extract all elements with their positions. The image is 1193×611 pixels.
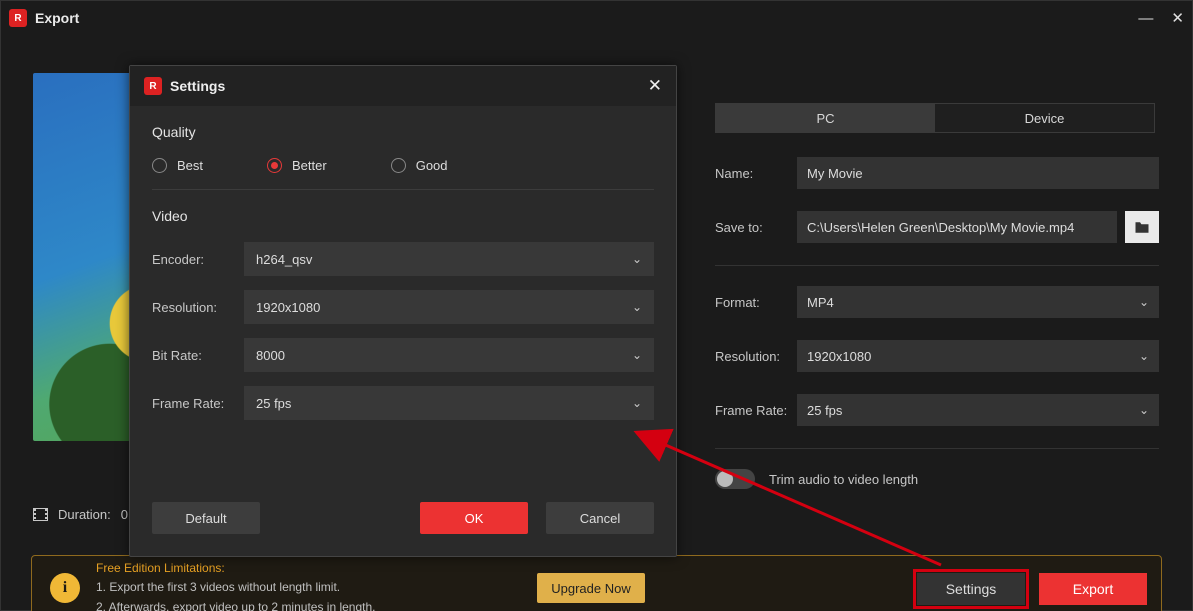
resolution-row: Resolution: 1920x1080 ⌄ xyxy=(715,340,1159,372)
dialog-body: Quality Best Better Good xyxy=(130,106,676,420)
separator xyxy=(715,448,1159,449)
duration-value: 0 xyxy=(121,507,128,522)
format-row: Format: MP4 ⌄ xyxy=(715,286,1159,318)
dialog-separator xyxy=(152,189,654,190)
ok-button[interactable]: OK xyxy=(420,502,528,534)
chevron-down-icon: ⌄ xyxy=(632,300,642,314)
resolution-select[interactable]: 1920x1080 ⌄ xyxy=(797,340,1159,372)
window-title: Export xyxy=(35,10,79,26)
info-icon: i xyxy=(50,573,80,603)
chevron-down-icon: ⌄ xyxy=(632,348,642,362)
chevron-down-icon: ⌄ xyxy=(632,252,642,266)
radio-better[interactable]: Better xyxy=(267,158,327,173)
chevron-down-icon: ⌄ xyxy=(1139,403,1149,417)
film-icon xyxy=(33,508,48,521)
dialog-framerate-value: 25 fps xyxy=(256,396,291,411)
dialog-resolution-select[interactable]: 1920x1080 ⌄ xyxy=(244,290,654,324)
bitrate-select[interactable]: 8000 ⌄ xyxy=(244,338,654,372)
bitrate-value: 8000 xyxy=(256,348,285,363)
radio-better-label: Better xyxy=(292,158,327,173)
format-select[interactable]: MP4 ⌄ xyxy=(797,286,1159,318)
separator xyxy=(715,265,1159,266)
browse-button[interactable] xyxy=(1125,211,1159,243)
dialog-resolution-row: Resolution: 1920x1080 ⌄ xyxy=(152,290,654,324)
quality-section-title: Quality xyxy=(152,124,654,140)
trim-toggle[interactable] xyxy=(715,469,755,489)
window-controls: — ✕ xyxy=(1138,9,1184,27)
saveto-label: Save to: xyxy=(715,220,797,235)
app-icon: R xyxy=(9,9,27,27)
dialog-framerate-select[interactable]: 25 fps ⌄ xyxy=(244,386,654,420)
duration-row: Duration: 0 xyxy=(33,507,128,522)
dialog-title-wrap: R Settings xyxy=(144,77,225,95)
video-section-title: Video xyxy=(152,208,654,224)
format-label: Format: xyxy=(715,295,797,310)
duration-label: Duration: xyxy=(58,507,111,522)
right-panel: PC Device Name: Save to: Format: MP4 ⌄ xyxy=(715,103,1159,489)
dialog-title: Settings xyxy=(170,78,225,94)
trim-row: Trim audio to video length xyxy=(715,469,1159,489)
framerate-select[interactable]: 25 fps ⌄ xyxy=(797,394,1159,426)
format-value: MP4 xyxy=(807,295,834,310)
dialog-header: R Settings ✕ xyxy=(130,66,676,106)
folder-icon xyxy=(1134,221,1150,234)
trim-label: Trim audio to video length xyxy=(769,472,918,487)
close-window-icon[interactable]: ✕ xyxy=(1171,9,1184,27)
upgrade-button[interactable]: Upgrade Now xyxy=(537,573,645,603)
dialog-framerate-label: Frame Rate: xyxy=(152,396,244,411)
radio-best-label: Best xyxy=(177,158,203,173)
app-icon: R xyxy=(144,77,162,95)
minimize-icon[interactable]: — xyxy=(1138,10,1153,27)
radio-best[interactable]: Best xyxy=(152,158,203,173)
default-button[interactable]: Default xyxy=(152,502,260,534)
dialog-framerate-row: Frame Rate: 25 fps ⌄ xyxy=(152,386,654,420)
name-label: Name: xyxy=(715,166,797,181)
cancel-button[interactable]: Cancel xyxy=(546,502,654,534)
encoder-label: Encoder: xyxy=(152,252,244,267)
saveto-row: Save to: xyxy=(715,211,1159,243)
resolution-label: Resolution: xyxy=(715,349,797,364)
encoder-value: h264_qsv xyxy=(256,252,312,267)
device-tab-bar: PC Device xyxy=(715,103,1155,133)
settings-button[interactable]: Settings xyxy=(917,573,1025,605)
chevron-down-icon: ⌄ xyxy=(1139,295,1149,309)
dialog-resolution-value: 1920x1080 xyxy=(256,300,320,315)
export-button[interactable]: Export xyxy=(1039,573,1147,605)
quality-radio-row: Best Better Good xyxy=(152,158,654,173)
encoder-select[interactable]: h264_qsv ⌄ xyxy=(244,242,654,276)
export-window: R Export — ✕ Duration: 0 PC Device Name: xyxy=(0,0,1193,611)
titlebar-left: R Export xyxy=(9,9,79,27)
limitations-banner: i Free Edition Limitations: 1. Export th… xyxy=(31,555,1162,611)
radio-good-label: Good xyxy=(416,158,448,173)
framerate-row: Frame Rate: 25 fps ⌄ xyxy=(715,394,1159,426)
tab-device[interactable]: Device xyxy=(935,104,1154,132)
settings-dialog: R Settings ✕ Quality Best Better xyxy=(129,65,677,557)
resolution-value: 1920x1080 xyxy=(807,349,871,364)
bitrate-row: Bit Rate: 8000 ⌄ xyxy=(152,338,654,372)
radio-good[interactable]: Good xyxy=(391,158,448,173)
dialog-footer: Default OK Cancel xyxy=(152,502,654,534)
body-area: Duration: 0 PC Device Name: Save to: xyxy=(1,35,1192,610)
close-icon[interactable]: ✕ xyxy=(648,76,662,96)
dialog-resolution-label: Resolution: xyxy=(152,300,244,315)
chevron-down-icon: ⌄ xyxy=(1139,349,1149,363)
tab-pc[interactable]: PC xyxy=(716,104,935,132)
chevron-down-icon: ⌄ xyxy=(632,396,642,410)
saveto-input[interactable] xyxy=(797,211,1117,243)
encoder-row: Encoder: h264_qsv ⌄ xyxy=(152,242,654,276)
titlebar: R Export — ✕ xyxy=(1,1,1192,35)
framerate-label: Frame Rate: xyxy=(715,403,797,418)
framerate-value: 25 fps xyxy=(807,403,842,418)
bitrate-label: Bit Rate: xyxy=(152,348,244,363)
name-row: Name: xyxy=(715,157,1159,189)
name-input[interactable] xyxy=(797,157,1159,189)
